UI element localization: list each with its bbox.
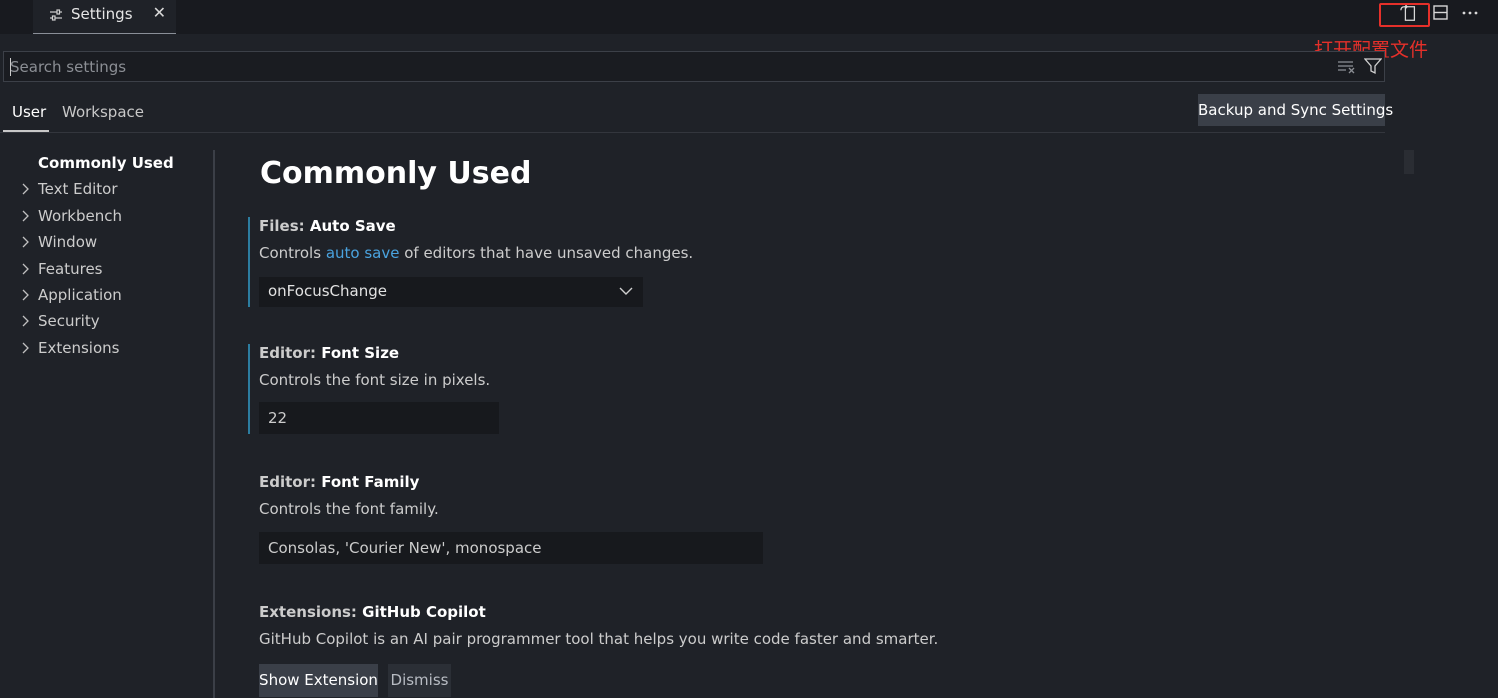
chevron-right-icon [22, 289, 29, 301]
toc-item-commonly-used[interactable]: Commonly Used [0, 152, 210, 176]
auto-save-link[interactable]: auto save [326, 244, 400, 262]
font-family-input[interactable] [259, 532, 763, 564]
toc-label: Extensions [38, 339, 120, 357]
modified-indicator [248, 217, 250, 307]
toc-item-application[interactable]: Application [0, 284, 210, 308]
desc-text: of editors that have unsaved changes. [399, 244, 694, 262]
setting-title: Editor: Font Family [259, 473, 419, 491]
editor-tab-bar: Settings ✕ [0, 0, 1498, 34]
font-size-input[interactable] [259, 402, 499, 434]
setting-editor-font-size: Editor: Font Size Controls the font size… [248, 344, 1348, 436]
setting-description: Controls the font family. [259, 500, 439, 518]
tab-workspace[interactable]: Workspace [62, 103, 144, 121]
filter-icon[interactable] [1364, 58, 1382, 75]
split-editor-icon[interactable] [1432, 4, 1450, 22]
dropdown-value: onFocusChange [268, 282, 387, 300]
toc-sash[interactable] [213, 150, 215, 698]
chevron-down-icon [619, 287, 633, 295]
tab-user[interactable]: User [12, 103, 46, 121]
setting-name: GitHub Copilot [362, 603, 486, 621]
settings-sliders-icon [50, 9, 62, 21]
chevron-right-icon [22, 263, 29, 275]
toc-label: Application [38, 286, 122, 304]
tab-label: Settings [71, 5, 133, 23]
dismiss-button[interactable]: Dismiss [388, 664, 451, 697]
setting-github-copilot: Extensions: GitHub Copilot GitHub Copilo… [248, 603, 1348, 698]
setting-title: Files: Auto Save [259, 217, 396, 235]
setting-description: Controls the font size in pixels. [259, 371, 491, 389]
toc-label: Features [38, 260, 103, 278]
toc-label: Window [38, 233, 98, 251]
setting-name: Font Size [321, 344, 400, 362]
setting-category: Editor: [259, 344, 322, 362]
toc-item-extensions[interactable]: Extensions [0, 337, 210, 361]
chevron-right-icon [22, 315, 29, 327]
auto-save-dropdown[interactable]: onFocusChange [259, 277, 643, 307]
toc-label: Commonly Used [38, 154, 174, 172]
search-bar [3, 51, 1385, 82]
toc-label: Workbench [38, 207, 122, 225]
setting-description: Controls auto save of editors that have … [259, 244, 693, 262]
setting-name: Auto Save [309, 217, 396, 235]
search-input[interactable] [10, 56, 1310, 77]
backup-sync-button[interactable]: Backup and Sync Settings [1198, 94, 1393, 126]
setting-category: Extensions: [259, 603, 363, 621]
toc-item-security[interactable]: Security [0, 310, 210, 334]
setting-category: Files: [259, 217, 310, 235]
chevron-right-icon [22, 342, 29, 354]
text-caret [10, 58, 11, 76]
setting-title: Extensions: GitHub Copilot [259, 603, 486, 621]
toc-label: Text Editor [38, 180, 118, 198]
show-extension-button[interactable]: Show Extension [259, 664, 378, 697]
chevron-right-icon [22, 183, 29, 195]
toc-item-workbench[interactable]: Workbench [0, 205, 210, 229]
desc-text: Controls [259, 244, 326, 262]
chevron-right-icon [22, 236, 29, 248]
setting-editor-font-family: Editor: Font Family Controls the font fa… [248, 473, 1348, 568]
chevron-right-icon [22, 210, 29, 222]
setting-description: GitHub Copilot is an AI pair programmer … [259, 630, 939, 648]
scrollbar-thumb[interactable] [1404, 150, 1414, 174]
setting-title: Editor: Font Size [259, 344, 399, 362]
toc-item-text-editor[interactable]: Text Editor [0, 178, 210, 202]
toc-label: Security [38, 312, 100, 330]
tab-settings[interactable]: Settings ✕ [33, 0, 176, 34]
more-actions-icon[interactable] [1461, 4, 1479, 22]
modified-indicator [248, 344, 250, 434]
header-divider [0, 132, 1385, 133]
close-icon[interactable]: ✕ [153, 4, 166, 22]
page-title: Commonly Used [260, 156, 532, 191]
toc-item-features[interactable]: Features [0, 258, 210, 282]
annotation-highlight-box [1379, 3, 1430, 27]
setting-category: Editor: [259, 473, 322, 491]
toc-item-window[interactable]: Window [0, 231, 210, 255]
setting-files-auto-save: Files: Auto Save Controls auto save of e… [248, 217, 1348, 317]
setting-name: Font Family [321, 473, 420, 491]
clear-filter-icon[interactable] [1337, 60, 1357, 74]
